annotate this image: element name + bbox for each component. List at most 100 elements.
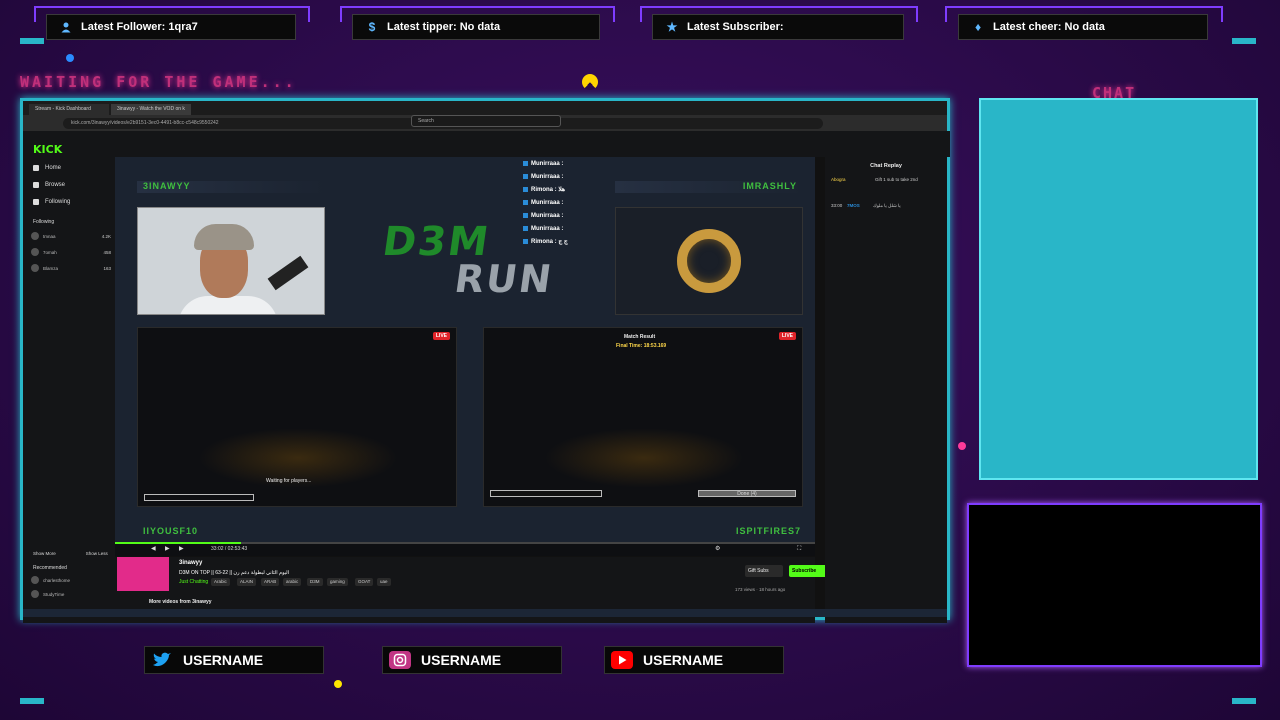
- channel-avatar[interactable]: [117, 557, 169, 591]
- stream-category[interactable]: Just Chatting: [179, 579, 208, 585]
- overlay-chat-line: Munirraaa :: [523, 196, 583, 209]
- twitter-social: USERNAME: [144, 646, 324, 674]
- overlay-chat-line: Munirraaa :: [523, 170, 583, 183]
- playback-time: 33:02 / 02:53:43: [211, 546, 248, 552]
- search-input[interactable]: Search: [411, 115, 561, 127]
- youtube-username: USERNAME: [643, 652, 724, 668]
- decor-pixel: [958, 442, 966, 450]
- browse-icon: [33, 182, 39, 188]
- message-user: 7MOS: [847, 203, 860, 208]
- user-icon: [59, 20, 73, 34]
- recommended-name: StudyTime: [43, 591, 65, 597]
- tag[interactable]: GOAT: [355, 578, 374, 586]
- avatar: [31, 232, 39, 240]
- overlay-chat-text: Munirraaa :: [531, 199, 564, 206]
- tag[interactable]: ARAB: [261, 578, 280, 586]
- next-icon[interactable]: ▶: [179, 546, 185, 552]
- chat-replay-title: Chat Replay: [870, 163, 902, 169]
- following-item[interactable]: tmnaa 4.2K: [31, 229, 111, 243]
- browser-tab[interactable]: Stream - Kick Dashboard: [29, 104, 109, 115]
- overlay-chat-line: Munirraaa :: [523, 222, 583, 235]
- player-name-top-right: IMRASHLY: [615, 181, 803, 193]
- following-header: Following: [33, 219, 54, 225]
- avatar: [31, 264, 39, 272]
- player-screen-right: LIVE Match Result Final Time: 18:53.169 …: [483, 327, 803, 507]
- game-logo-bottom: RUN: [451, 257, 557, 301]
- badge-icon: [523, 239, 528, 244]
- tag[interactable]: uae: [377, 578, 391, 586]
- browser-tab-strip: Stream - Kick Dashboard 3inawyy - Watch …: [23, 101, 947, 115]
- gift-subs-button[interactable]: Gift Subs: [745, 565, 783, 577]
- show-more-label: Show More: [33, 551, 56, 556]
- input-bar: [490, 490, 602, 497]
- tag[interactable]: Arabic: [211, 578, 230, 586]
- team-emblem: [615, 207, 803, 315]
- latest-subscriber-alert: ★ Latest Subscriber:: [652, 14, 904, 40]
- decor-pixel: [334, 680, 342, 688]
- recommended-name: charlesthome: [43, 577, 71, 583]
- badge-icon: [523, 213, 528, 218]
- nav-browse[interactable]: Browse: [33, 182, 65, 188]
- tag[interactable]: D3M: [307, 578, 323, 586]
- recommended-item[interactable]: StudyTime: [31, 587, 111, 601]
- overlay-chat-line: Munirraaa :: [523, 157, 583, 170]
- browser-tab[interactable]: 3inawyy - Watch the VOD on k: [111, 104, 191, 115]
- following-item[interactable]: Blamza 163: [31, 261, 111, 275]
- nav-home[interactable]: Home: [33, 165, 61, 171]
- pinned-user: Abogra: [831, 177, 846, 182]
- show-less-label: Show Less: [85, 551, 108, 556]
- badge-icon: [523, 226, 528, 231]
- following-name: tmnaa: [43, 233, 56, 239]
- player-screen-left: LIVE Waiting for players...: [137, 327, 457, 507]
- badge-icon: [523, 187, 528, 192]
- overlay-chat-text: Munirraaa :: [531, 225, 564, 232]
- done-button[interactable]: Done (4): [698, 490, 796, 497]
- play-icon[interactable]: ▶: [165, 546, 171, 552]
- previous-icon[interactable]: ◀: [151, 546, 157, 552]
- tag[interactable]: gaming: [327, 578, 348, 586]
- nav-following[interactable]: Following: [33, 199, 70, 205]
- star-icon: ★: [666, 20, 678, 34]
- kick-topbar: [115, 131, 950, 157]
- overlay-chat-line: Rimona : ج ج: [523, 235, 583, 248]
- more-videos-header: More videos from 3inawyy: [149, 599, 212, 605]
- instagram-icon: [389, 651, 411, 669]
- stream-title: D3M ON TOP || 63-22 || اليوم الثاني لبطو…: [179, 570, 290, 576]
- emblem-ring: [677, 229, 741, 293]
- tag[interactable]: ALAIN: [237, 578, 257, 586]
- stream-video[interactable]: 3INAWYY IMRASHLY D3M RUN Munirraaa : Mun…: [115, 157, 815, 542]
- overlay-chat-text: Munirraaa :: [531, 212, 564, 219]
- avatar: [31, 576, 39, 584]
- dollar-icon: $: [368, 20, 376, 34]
- fullscreen-icon[interactable]: ⛶: [797, 546, 803, 552]
- recommended-item[interactable]: charlesthome: [31, 573, 111, 587]
- settings-icon[interactable]: ⚙: [715, 546, 721, 552]
- overlay-chat-line: Munirraaa :: [523, 209, 583, 222]
- badge-icon: [523, 161, 528, 166]
- tag[interactable]: arabic: [283, 578, 302, 586]
- webcam-shirt: [178, 296, 278, 314]
- decor-pixel: [20, 38, 44, 44]
- player-name-bottom-right: ISPITFIRES7: [735, 526, 801, 536]
- decor-pixel: [66, 54, 74, 62]
- player-name-bottom-left: IIYOUSF10: [143, 526, 199, 536]
- following-header-label: Following: [33, 219, 55, 225]
- progress-fill: [115, 542, 241, 544]
- avatar: [31, 590, 39, 598]
- youtube-social: USERNAME: [604, 646, 784, 674]
- kick-logo[interactable]: KICK: [33, 143, 62, 156]
- avatar: [31, 248, 39, 256]
- stream-stats: 173 views · 18 hours ago: [735, 587, 786, 592]
- channel-name[interactable]: 3inawyy: [179, 560, 202, 566]
- player-name-top-left: 3INAWYY: [137, 181, 325, 193]
- message-time: 33:00: [831, 203, 843, 208]
- following-item[interactable]: 7omah 458: [31, 245, 111, 259]
- show-more-link[interactable]: Show More Show Less: [33, 551, 108, 556]
- alert-label: Latest Follower: 1qra7: [81, 21, 198, 33]
- home-icon: [33, 165, 39, 171]
- webcam-feed: [137, 207, 325, 315]
- overlay-chat-line: Rimona : هلا: [523, 183, 583, 196]
- badge-icon: [523, 200, 528, 205]
- chat-panel: [979, 98, 1258, 480]
- webcam-cap: [194, 224, 254, 250]
